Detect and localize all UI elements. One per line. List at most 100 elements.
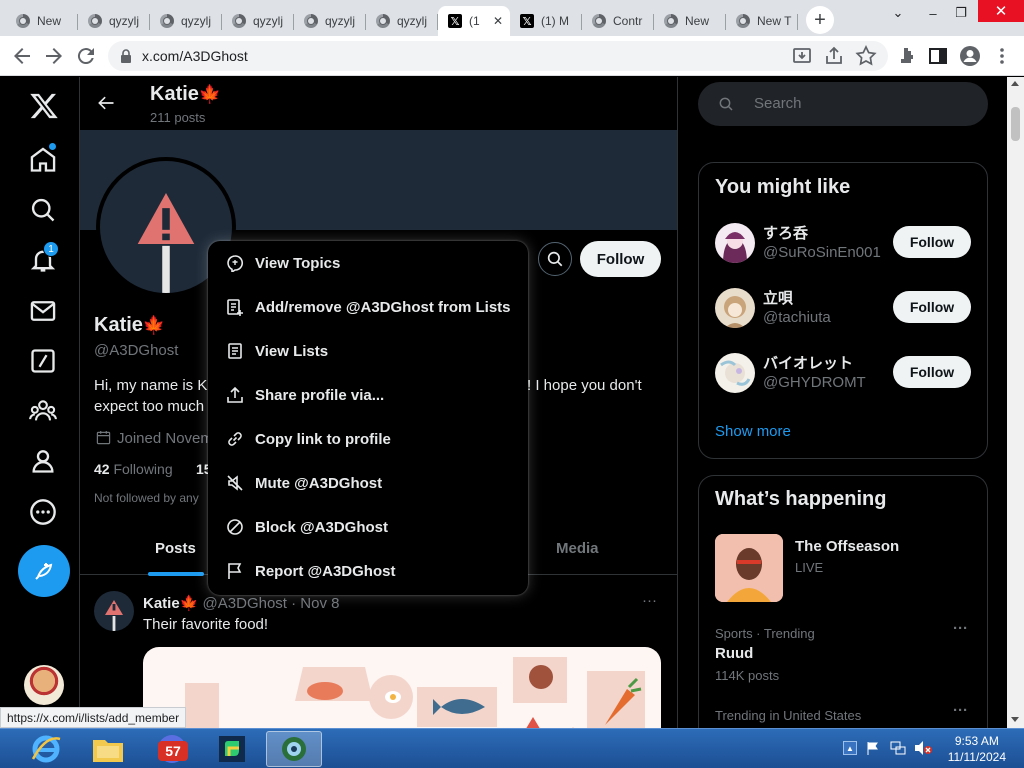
browser-tab[interactable]: New — [654, 6, 726, 36]
browser-tab[interactable]: qyzylj — [366, 6, 438, 36]
browser-tab[interactable]: New — [6, 6, 78, 36]
suggestion-name[interactable]: 立唄 — [763, 287, 793, 308]
person-photo — [715, 534, 783, 602]
compose-post-button[interactable] — [18, 545, 70, 597]
browser-tab[interactable]: qyzylj — [78, 6, 150, 36]
browser-tab[interactable]: New T — [726, 6, 798, 36]
chrome-menu-icon[interactable] — [990, 44, 1014, 68]
browser-tab[interactable]: qyzylj — [294, 6, 366, 36]
new-tab-button[interactable]: + — [806, 6, 834, 34]
menu-item-topics[interactable]: View Topics — [208, 241, 528, 285]
suggestion-follow-button[interactable]: Follow — [893, 226, 971, 258]
scrollbar-thumb[interactable] — [1011, 107, 1020, 141]
tab-posts[interactable]: Posts — [155, 522, 196, 575]
home-unread-dot — [49, 143, 56, 150]
scroll-down-arrow-icon[interactable] — [1011, 717, 1019, 722]
not-followed-text: Not followed by any — [94, 491, 199, 505]
active-app-icon[interactable] — [266, 731, 322, 767]
profile-icon[interactable] — [958, 44, 982, 68]
profile-person-icon[interactable] — [29, 447, 57, 475]
menu-item-list[interactable]: View Lists — [208, 329, 528, 373]
menu-item-flag[interactable]: Report @A3DGhost — [208, 549, 528, 593]
file-explorer-icon[interactable] — [82, 731, 134, 767]
suggestion-avatar[interactable] — [715, 288, 755, 328]
close-window-button[interactable]: ✕ — [978, 0, 1024, 22]
bio-start: Hi, my name is Ka — [94, 377, 216, 394]
trend-name[interactable]: Ruud — [715, 645, 753, 662]
tab-title: (1 — [469, 14, 480, 28]
topics-icon — [226, 254, 244, 272]
post-text: Their favorite food! — [143, 616, 269, 633]
suggestion-name[interactable]: バイオレット — [763, 352, 853, 373]
post-more-button[interactable]: ··· — [642, 592, 657, 609]
menu-item-block[interactable]: Block @A3DGhost — [208, 505, 528, 549]
app-green-icon[interactable] — [206, 731, 258, 767]
minimize-button[interactable]: – — [922, 4, 944, 22]
follow-button[interactable]: Follow — [580, 241, 661, 277]
bookmark-star-icon[interactable] — [854, 44, 878, 68]
profile-search-button[interactable] — [538, 242, 572, 276]
tab-search-icon[interactable]: ⌄ — [887, 4, 909, 22]
share-page-icon[interactable] — [822, 44, 846, 68]
trend-more-button[interactable]: ··· — [953, 620, 968, 637]
notifications-bell-icon[interactable]: 1 — [29, 241, 59, 274]
restore-button[interactable]: ❐ — [950, 4, 972, 22]
communities-icon[interactable] — [29, 397, 57, 425]
more-circle-icon[interactable] — [29, 498, 57, 526]
internet-explorer-icon[interactable] — [20, 731, 72, 767]
search-box[interactable]: Search — [698, 82, 988, 126]
browser-tab[interactable]: 𝕏 (1 ✕ — [438, 6, 510, 36]
suggestion-follow-button[interactable]: Follow — [893, 356, 971, 388]
forward-button[interactable] — [42, 44, 66, 68]
menu-item-list-add[interactable]: Add/remove @A3DGhost from Lists — [208, 285, 528, 329]
suggestion-name[interactable]: すろ呑 — [763, 222, 808, 243]
chrome-favicon-icon — [16, 14, 30, 28]
back-arrow-icon[interactable] — [96, 93, 116, 113]
page-scrollbar[interactable] — [1007, 77, 1024, 728]
browser-tab[interactable]: Contr — [582, 6, 654, 36]
featured-title[interactable]: The Offseason — [795, 538, 899, 555]
address-bar[interactable]: x.com/A3DGhost — [108, 41, 888, 71]
trend-more-button[interactable]: ··· — [953, 702, 968, 719]
suggestion-follow-button[interactable]: Follow — [893, 291, 971, 323]
menu-item-link[interactable]: Copy link to profile — [208, 417, 528, 461]
scroll-up-arrow-icon[interactable] — [1011, 81, 1019, 86]
suggestion-avatar[interactable] — [715, 223, 755, 263]
following-stat[interactable]: 42 Following — [94, 461, 173, 477]
grok-icon[interactable] — [29, 347, 57, 375]
tab-media[interactable]: Media — [556, 522, 599, 575]
side-panel-icon[interactable] — [926, 44, 950, 68]
suggestion-avatar[interactable] — [715, 353, 755, 393]
back-button[interactable] — [10, 44, 34, 68]
close-tab-icon[interactable]: ✕ — [492, 14, 504, 28]
volume-muted-icon[interactable] — [914, 740, 932, 756]
menu-item-label: Share profile via... — [255, 386, 385, 404]
action-center-flag-icon[interactable] — [866, 741, 880, 755]
system-clock[interactable]: 9:53 AM 11/11/2024 — [948, 733, 1006, 765]
profile-handle: @A3DGhost — [94, 342, 179, 359]
explore-search-icon[interactable] — [29, 196, 57, 224]
browser-tab[interactable]: 𝕏 (1) M — [510, 6, 582, 36]
chrome-taskbar-icon[interactable]: 57 — [146, 731, 198, 767]
menu-item-mute[interactable]: Mute @A3DGhost — [208, 461, 528, 505]
show-more-link[interactable]: Show more — [715, 423, 791, 440]
post-image[interactable] — [143, 647, 661, 728]
extension-icon[interactable] — [894, 44, 918, 68]
show-hidden-icons[interactable]: ▲ — [843, 741, 857, 755]
post-author[interactable]: Katie — [143, 595, 180, 612]
browser-tab[interactable]: qyzylj — [150, 6, 222, 36]
post-avatar[interactable] — [94, 591, 134, 631]
profile-header-bar: Katie🍁 211 posts — [80, 77, 677, 130]
messages-envelope-icon[interactable] — [29, 297, 57, 325]
install-icon[interactable] — [790, 44, 814, 68]
featured-thumbnail[interactable] — [715, 534, 783, 602]
network-icon[interactable] — [890, 740, 906, 756]
reload-button[interactable] — [74, 44, 98, 68]
account-avatar[interactable] — [24, 665, 64, 705]
tab-title: qyzylj — [109, 14, 140, 28]
home-icon[interactable] — [29, 143, 57, 174]
menu-item-share[interactable]: Share profile via... — [208, 373, 528, 417]
x-logo-icon[interactable] — [29, 91, 59, 121]
browser-tab[interactable]: qyzylj — [222, 6, 294, 36]
notifications-badge: 1 — [43, 241, 59, 257]
